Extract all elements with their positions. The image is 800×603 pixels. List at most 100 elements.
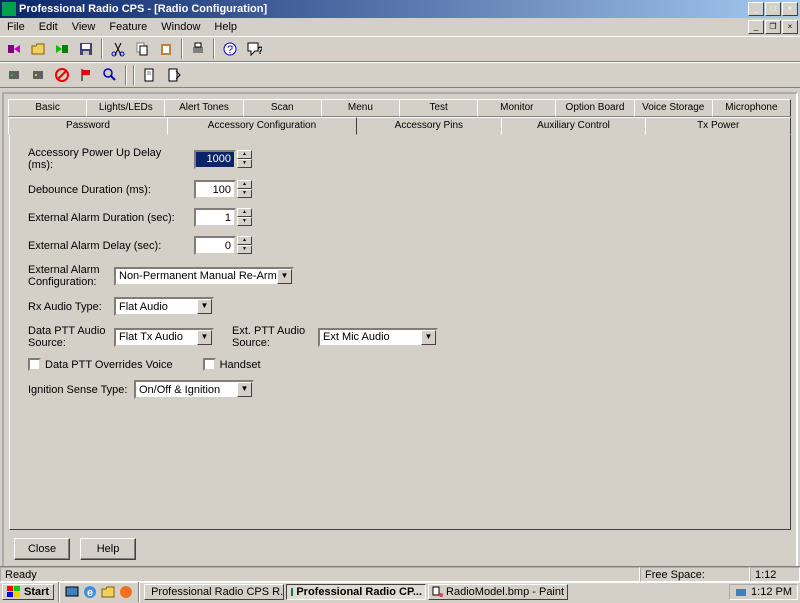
ql-desktop-icon[interactable] [64, 584, 80, 600]
tab-aux-control[interactable]: Auxiliary Control [501, 117, 647, 135]
close-dialog-button[interactable]: Close [14, 538, 70, 560]
ql-firefox-icon[interactable] [118, 584, 134, 600]
checkbox-handset[interactable]: Handset [203, 358, 261, 371]
combo-ext-alarm-config[interactable]: Non-Permanent Manual Re-Arm ▼ [114, 267, 294, 286]
tab-scan[interactable]: Scan [243, 99, 322, 117]
task-cps-1[interactable]: Professional Radio CPS R... [144, 584, 284, 600]
tab-voice[interactable]: Voice Storage [634, 99, 713, 117]
tb-write[interactable] [51, 38, 73, 60]
ql-folder-icon[interactable] [100, 584, 116, 600]
spinner-power-up-delay[interactable]: ▲▼ [194, 150, 252, 169]
help-dialog-button[interactable]: Help [80, 538, 136, 560]
spin-up[interactable]: ▲ [237, 208, 252, 217]
spin-down[interactable]: ▼ [237, 189, 252, 198]
tab-alert[interactable]: Alert Tones [164, 99, 243, 117]
checkbox-data-ptt-override[interactable]: Data PTT Overrides Voice [28, 358, 173, 371]
tb-open[interactable] [27, 38, 49, 60]
tb-copy[interactable] [131, 38, 153, 60]
label-power-up-delay: Accessory Power Up Delay (ms): [28, 147, 188, 171]
combo-text: Non-Permanent Manual Re-Arm [119, 270, 277, 282]
spinner-ext-alarm-delay[interactable]: ▲▼ [194, 236, 252, 255]
tab-password[interactable]: Password [8, 117, 168, 135]
tb-about[interactable]: ? [219, 38, 241, 60]
svg-text:?: ? [257, 45, 262, 57]
input-power-up-delay[interactable] [194, 150, 236, 169]
combo-data-ptt-src[interactable]: Flat Tx Audio ▼ [114, 328, 214, 347]
menu-feature[interactable]: Feature [102, 20, 154, 34]
tab-lights[interactable]: Lights/LEDs [86, 99, 165, 117]
tab-accessory-config[interactable]: Accessory Configuration [167, 117, 357, 135]
spin-up[interactable]: ▲ [237, 180, 252, 189]
tab-monitor[interactable]: Monitor [477, 99, 556, 117]
mdi-close[interactable]: × [782, 20, 798, 34]
spinner-ext-alarm-duration[interactable]: ▲▼ [194, 208, 252, 227]
tb-cut[interactable] [107, 38, 129, 60]
tb-zoom[interactable] [99, 64, 121, 86]
tab-option[interactable]: Option Board [555, 99, 634, 117]
tb-read[interactable] [3, 38, 25, 60]
spin-up[interactable]: ▲ [237, 150, 252, 159]
menu-edit[interactable]: Edit [32, 20, 65, 34]
window-title: Professional Radio CPS - [Radio Configur… [19, 3, 748, 15]
tray-clock: 1:12 PM [751, 586, 792, 598]
menu-view[interactable]: View [65, 20, 103, 34]
menu-bar: File Edit View Feature Window Help _ ❐ × [0, 18, 800, 36]
dropdown-icon[interactable]: ▼ [237, 382, 252, 397]
close-button[interactable]: × [782, 2, 798, 16]
mdi-minimize[interactable]: _ [748, 20, 764, 34]
input-ext-alarm-delay[interactable] [194, 236, 236, 255]
spinner-debounce[interactable]: ▲▼ [194, 180, 252, 199]
tab-accessory-pins[interactable]: Accessory Pins [356, 117, 502, 135]
start-button[interactable]: Start [2, 584, 54, 600]
tb-stop[interactable] [51, 64, 73, 86]
tab-menu[interactable]: Menu [321, 99, 400, 117]
spin-down[interactable]: ▼ [237, 245, 252, 254]
tb-print[interactable] [187, 38, 209, 60]
combo-rx-audio[interactable]: Flat Audio ▼ [114, 297, 214, 316]
ql-ie-icon[interactable]: e [82, 584, 98, 600]
task-cps-2[interactable]: Professional Radio CP... [286, 584, 426, 600]
tab-basic[interactable]: Basic [8, 99, 87, 117]
maximize-button[interactable]: □ [765, 2, 781, 16]
combo-ignition[interactable]: On/Off & Ignition ▼ [134, 380, 254, 399]
dropdown-icon[interactable]: ▼ [197, 299, 212, 314]
tray-icon[interactable] [735, 586, 747, 598]
label-ext-alarm-config: External Alarm Configuration: [28, 264, 108, 288]
tab-tx-power[interactable]: Tx Power [645, 117, 791, 135]
tb-doc1[interactable] [139, 64, 161, 86]
menu-file[interactable]: File [0, 20, 32, 34]
label-ext-ptt-src: Ext. PTT Audio Source: [232, 325, 312, 349]
combo-text: Flat Tx Audio [119, 331, 197, 343]
dropdown-icon[interactable]: ▼ [277, 269, 292, 284]
menu-help[interactable]: Help [207, 20, 244, 34]
combo-ext-ptt-src[interactable]: Ext Mic Audio ▼ [318, 328, 438, 347]
spin-down[interactable]: ▼ [237, 217, 252, 226]
minimize-button[interactable]: _ [748, 2, 764, 16]
tb-flag[interactable] [75, 64, 97, 86]
tb-whatsthis[interactable]: ? [243, 38, 265, 60]
task-paint[interactable]: RadioModel.bmp - Paint [428, 584, 568, 600]
label-ignition: Ignition Sense Type: [28, 384, 128, 396]
tb-radio1[interactable] [3, 64, 25, 86]
menu-window[interactable]: Window [154, 20, 207, 34]
label-ext-alarm-delay: External Alarm Delay (sec): [28, 240, 188, 252]
tb-radio2[interactable] [27, 64, 49, 86]
combo-text: Ext Mic Audio [323, 331, 421, 343]
tb-paste[interactable] [155, 38, 177, 60]
label-debounce: Debounce Duration (ms): [28, 184, 188, 196]
checkbox-icon[interactable] [203, 358, 216, 371]
checkbox-icon[interactable] [28, 358, 41, 371]
tb-save[interactable] [75, 38, 97, 60]
system-tray[interactable]: 1:12 PM [729, 584, 798, 600]
tab-mic[interactable]: Microphone [712, 99, 791, 117]
tb-doc2[interactable] [163, 64, 185, 86]
spin-up[interactable]: ▲ [237, 236, 252, 245]
svg-text:?: ? [227, 44, 233, 56]
dropdown-icon[interactable]: ▼ [421, 330, 436, 345]
tab-test[interactable]: Test [399, 99, 478, 117]
input-debounce[interactable] [194, 180, 236, 199]
spin-down[interactable]: ▼ [237, 159, 252, 168]
mdi-restore[interactable]: ❐ [765, 20, 781, 34]
dropdown-icon[interactable]: ▼ [197, 330, 212, 345]
input-ext-alarm-duration[interactable] [194, 208, 236, 227]
